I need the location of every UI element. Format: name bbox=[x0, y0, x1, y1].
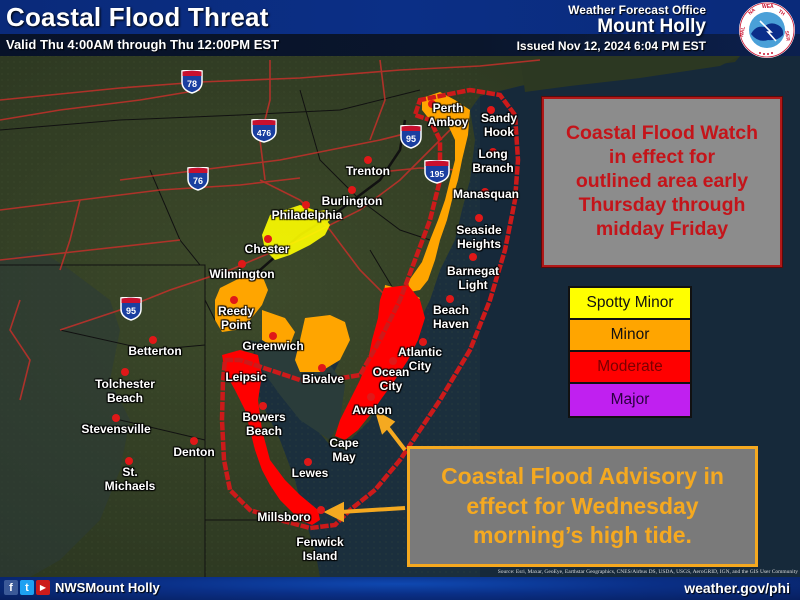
youtube-icon[interactable]: ▶ bbox=[36, 580, 50, 595]
interstate-95-shield-icon: 95 bbox=[400, 125, 422, 149]
website-link[interactable]: weather.gov/phi bbox=[684, 580, 790, 596]
city-label-seaside-heights: Seaside Heights bbox=[456, 223, 502, 251]
interstate-195-shield-icon: 195 bbox=[424, 160, 450, 184]
city-label-millsboro: Millsboro bbox=[257, 510, 311, 524]
page-title: Coastal Flood Threat bbox=[6, 2, 269, 32]
city-label-stevensville: Stevensville bbox=[81, 422, 151, 436]
interstate-76-shield-icon: 76 bbox=[187, 167, 209, 191]
city-label-manasquan: Manasquan bbox=[452, 187, 520, 201]
city-label-avalon: Avalon bbox=[352, 403, 392, 417]
interstate-95-south-shield-icon: 95 bbox=[120, 297, 142, 321]
map-source-credit: Source: Esri, Maxar, GeoEye, Earthstar G… bbox=[497, 569, 798, 575]
issued-time: Issued Nov 12, 2024 6:04 PM EST bbox=[516, 39, 706, 53]
legend-item-spotty-minor: Spotty Minor bbox=[570, 288, 690, 320]
city-label-lewes: Lewes bbox=[291, 466, 329, 480]
city-label-tolchester-beach: Tolchester Beach bbox=[95, 377, 155, 405]
city-label-cape-may: Cape May bbox=[329, 436, 359, 464]
office-name: Mount Holly bbox=[597, 16, 706, 37]
city-label-fenwick-island: Fenwick Island bbox=[296, 535, 344, 563]
city-label-bowers-beach: Bowers Beach bbox=[242, 410, 286, 438]
city-label-ocean-city: Ocean City bbox=[372, 365, 410, 393]
shield-number: 76 bbox=[193, 176, 203, 186]
social-handle[interactable]: NWSMount Holly bbox=[55, 580, 160, 595]
office-label: Weather Forecast Office bbox=[568, 3, 706, 17]
facebook-icon[interactable]: f bbox=[4, 580, 18, 595]
shield-number: 195 bbox=[430, 169, 444, 179]
svg-text:WEA: WEA bbox=[762, 4, 774, 10]
legend-item-moderate: Moderate bbox=[570, 352, 690, 384]
city-label-st-michaels: St. Michaels bbox=[104, 465, 156, 493]
shield-number: 476 bbox=[257, 128, 271, 138]
legend-item-minor: Minor bbox=[570, 320, 690, 352]
city-label-bivalve: Bivalve bbox=[301, 372, 345, 386]
city-label-reedy-point: Reedy Point bbox=[217, 304, 255, 332]
city-label-chester: Chester bbox=[244, 242, 290, 256]
city-label-philadelphia: Philadelphia bbox=[271, 208, 343, 222]
city-label-sandy-hook: Sandy Hook bbox=[480, 111, 518, 139]
city-label-perth-amboy: Perth Amboy bbox=[427, 101, 469, 129]
threat-legend: Spotty Minor Minor Moderate Major bbox=[568, 286, 692, 418]
social-links: f t ▶ bbox=[4, 580, 50, 595]
legend-item-major: Major bbox=[570, 384, 690, 416]
twitter-icon[interactable]: t bbox=[20, 580, 34, 595]
city-label-beach-haven: Beach Haven bbox=[432, 303, 470, 331]
city-label-barnegat-light: Barnegat Light bbox=[446, 264, 500, 292]
nws-logo-icon: NA WEA TH SER NAL bbox=[739, 2, 795, 58]
city-label-leipsic: Leipsic bbox=[225, 370, 267, 384]
valid-period: Valid Thu 4:00AM through Thu 12:00PM EST bbox=[6, 37, 280, 52]
interstate-78-shield-icon: 78 bbox=[181, 70, 203, 94]
shield-number: 78 bbox=[187, 79, 197, 89]
city-label-betterton: Betterton bbox=[128, 344, 182, 358]
city-label-long-branch: Long Branch bbox=[472, 147, 514, 175]
city-label-burlington: Burlington bbox=[321, 194, 383, 208]
city-label-denton: Denton bbox=[173, 445, 215, 459]
shield-number: 95 bbox=[126, 306, 136, 316]
coastal-flood-watch-box: Coastal Flood Watch in effect for outlin… bbox=[541, 96, 783, 268]
city-label-trenton: Trenton bbox=[346, 164, 390, 178]
city-label-wilmington: Wilmington bbox=[209, 267, 275, 281]
coastal-flood-advisory-box: Coastal Flood Advisory in effect for Wed… bbox=[407, 446, 758, 567]
interstate-476-shield-icon: 476 bbox=[251, 119, 277, 143]
city-label-greenwich: Greenwich bbox=[242, 339, 304, 353]
coastal-flood-threat-graphic: 78 476 76 95 195 95 Perth Amboy Sandy Ho… bbox=[0, 0, 800, 600]
shield-number: 95 bbox=[406, 134, 416, 144]
